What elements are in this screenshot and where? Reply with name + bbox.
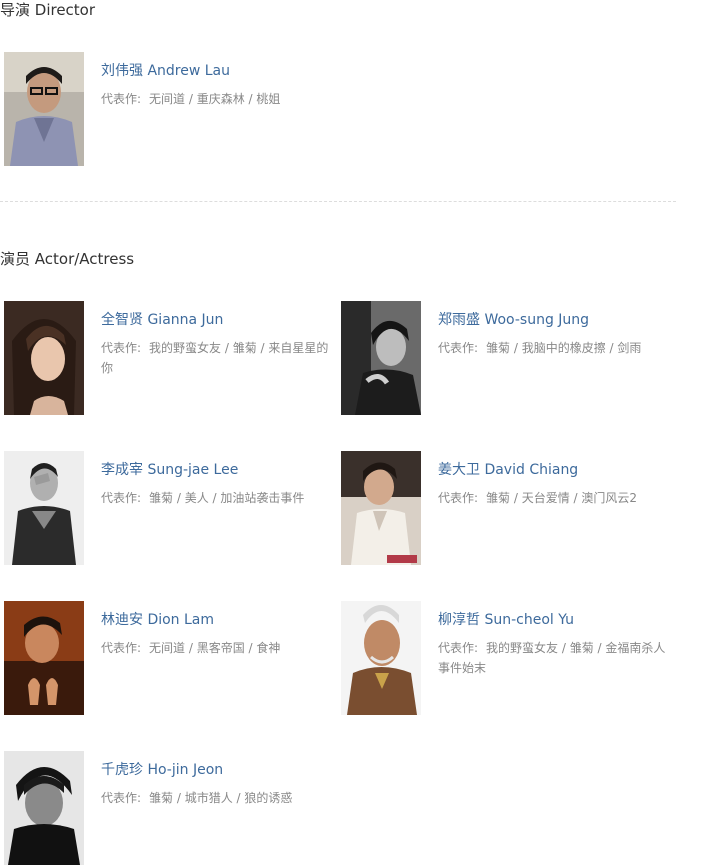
- person-photo[interactable]: [4, 301, 84, 415]
- works-list: 雏菊 / 美人 / 加油站袭击事件: [149, 491, 305, 505]
- actor-section-title: 演员 Actor/Actress: [0, 250, 135, 268]
- representative-works: 代表作: 我的野蛮女友 / 雏菊 / 来自星星的你: [101, 338, 337, 378]
- representative-works: 代表作: 雏菊 / 美人 / 加油站袭击事件: [101, 488, 337, 508]
- person-name-link[interactable]: 千虎珍 Ho-jin Jeon: [101, 760, 338, 780]
- representative-works: 代表作: 雏菊 / 城市猎人 / 狼的诱惑: [101, 788, 337, 808]
- works-label: 代表作:: [101, 641, 142, 655]
- person-photo[interactable]: [4, 601, 84, 715]
- works-label: 代表作:: [438, 641, 479, 655]
- person-photo[interactable]: [4, 451, 84, 565]
- works-label: 代表作:: [101, 491, 142, 505]
- works-label: 代表作:: [101, 341, 142, 355]
- person-photo[interactable]: [4, 52, 84, 166]
- works-list: 无间道 / 黑客帝国 / 食神: [149, 641, 281, 655]
- actor-card: 林迪安 Dion Lam 代表作: 无间道 / 黑客帝国 / 食神: [0, 601, 338, 717]
- director-section-title: 导演 Director: [0, 1, 96, 19]
- works-label: 代表作:: [101, 92, 142, 106]
- actor-card: 全智贤 Gianna Jun 代表作: 我的野蛮女友 / 雏菊 / 来自星星的你: [0, 301, 338, 417]
- person-name-link[interactable]: 林迪安 Dion Lam: [101, 610, 338, 630]
- actor-card: 李成宰 Sung-jae Lee 代表作: 雏菊 / 美人 / 加油站袭击事件: [0, 451, 338, 567]
- person-photo[interactable]: [341, 301, 421, 415]
- person-name-link[interactable]: 姜大卫 David Chiang: [438, 460, 675, 480]
- works-label: 代表作:: [101, 791, 142, 805]
- works-list: 雏菊 / 城市猎人 / 狼的诱惑: [149, 791, 293, 805]
- works-label: 代表作:: [438, 491, 479, 505]
- representative-works: 代表作: 雏菊 / 天台爱情 / 澳门风云2: [438, 488, 674, 508]
- person-name-link[interactable]: 全智贤 Gianna Jun: [101, 310, 338, 330]
- actor-card: 柳淳哲 Sun-cheol Yu 代表作: 我的野蛮女友 / 雏菊 / 金福南杀人…: [337, 601, 675, 717]
- works-list: 雏菊 / 天台爱情 / 澳门风云2: [486, 491, 638, 505]
- representative-works: 代表作: 雏菊 / 我脑中的橡皮擦 / 剑雨: [438, 338, 674, 358]
- works-label: 代表作:: [438, 341, 479, 355]
- person-photo[interactable]: [341, 601, 421, 715]
- works-list: 无间道 / 重庆森林 / 桃姐: [149, 92, 281, 106]
- person-name-link[interactable]: 刘伟强 Andrew Lau: [101, 61, 338, 81]
- person-photo[interactable]: [341, 451, 421, 565]
- actor-card: 郑雨盛 Woo-sung Jung 代表作: 雏菊 / 我脑中的橡皮擦 / 剑雨: [337, 301, 675, 417]
- person-name-link[interactable]: 柳淳哲 Sun-cheol Yu: [438, 610, 675, 630]
- section-divider: [0, 201, 676, 202]
- person-photo[interactable]: [4, 751, 84, 865]
- director-card: 刘伟强 Andrew Lau 代表作: 无间道 / 重庆森林 / 桃姐: [0, 52, 338, 168]
- representative-works: 代表作: 我的野蛮女友 / 雏菊 / 金福南杀人事件始末: [438, 638, 674, 678]
- representative-works: 代表作: 无间道 / 重庆森林 / 桃姐: [101, 89, 337, 109]
- person-name-link[interactable]: 郑雨盛 Woo-sung Jung: [438, 310, 675, 330]
- representative-works: 代表作: 无间道 / 黑客帝国 / 食神: [101, 638, 337, 658]
- works-list: 雏菊 / 我脑中的橡皮擦 / 剑雨: [486, 341, 642, 355]
- person-name-link[interactable]: 李成宰 Sung-jae Lee: [101, 460, 338, 480]
- actor-card: 千虎珍 Ho-jin Jeon 代表作: 雏菊 / 城市猎人 / 狼的诱惑: [0, 751, 338, 867]
- actor-card: 姜大卫 David Chiang 代表作: 雏菊 / 天台爱情 / 澳门风云2: [337, 451, 675, 567]
